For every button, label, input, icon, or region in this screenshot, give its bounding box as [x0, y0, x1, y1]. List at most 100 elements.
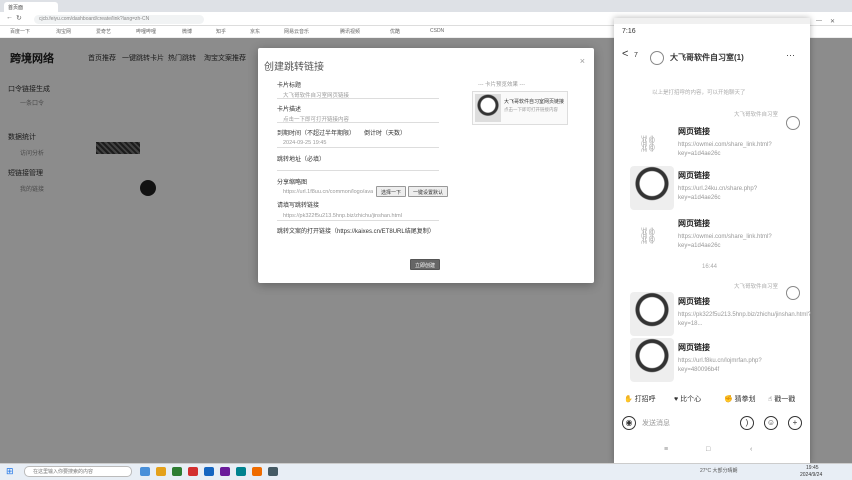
app-icon[interactable]	[140, 467, 150, 476]
preview-avatar	[475, 94, 501, 122]
tab-label: 首页面	[8, 5, 24, 11]
app-icon[interactable]	[236, 467, 246, 476]
clock-time[interactable]: 19:45	[806, 465, 819, 471]
voice-icon[interactable]: )	[740, 416, 754, 430]
close-window-icon[interactable]: ✕	[830, 18, 835, 25]
phone-window-bar	[614, 18, 810, 24]
wave-icon: ✋	[624, 396, 633, 403]
bookmark[interactable]: 爱奇艺	[96, 28, 111, 35]
app-icon[interactable]	[220, 467, 230, 476]
chat-title: 大飞哥软件自习室(1)	[670, 53, 744, 62]
app-icon[interactable]	[204, 467, 214, 476]
browser-tab-active[interactable]: 首页面	[4, 2, 58, 12]
camera-icon[interactable]: ◉	[622, 416, 636, 430]
countdown-label: 倒计时（天数）	[364, 131, 407, 137]
bookmark[interactable]: 知乎	[216, 28, 226, 35]
group-avatar-icon	[650, 51, 664, 65]
heart-icon: ♥	[674, 396, 679, 403]
thumbnail-input[interactable]: https://url.1f8uu.cn/common/logo/avatar.…	[283, 189, 373, 195]
greet-button[interactable]: ✋ 打招呼	[624, 394, 656, 404]
link-icon: ⛓	[638, 228, 659, 245]
url-input[interactable]: cjcb.feiyu.com/dashboard/create/link?lan…	[34, 15, 204, 24]
browser-tab[interactable]	[228, 2, 282, 12]
app-icon[interactable]	[268, 467, 278, 476]
create-button[interactable]: 立即创建	[410, 259, 441, 270]
app-icon[interactable]	[188, 467, 198, 476]
browser-tab[interactable]	[172, 2, 226, 12]
browser-tab[interactable]	[116, 2, 170, 12]
weather-label[interactable]: 27°C 大部分晴朗	[700, 467, 738, 474]
app-icon[interactable]	[172, 467, 182, 476]
bookmark[interactable]: 微博	[182, 28, 192, 35]
message-link-card[interactable]: 网页链接 https://pk322f5u213.5hnp.biz/zhichu…	[678, 296, 811, 329]
message-url[interactable]: https://owmei.com/share_link.html?key=a1…	[678, 141, 788, 159]
unread-count: 7	[634, 52, 638, 59]
message-title: 网页链接	[678, 219, 710, 228]
target-link-input[interactable]: https://pk322f5u213.5hnp.biz/zhichu/jins…	[283, 213, 402, 219]
card-title-label: 卡片标题	[277, 83, 302, 89]
emoji-icon[interactable]: ☺	[764, 416, 778, 430]
menu-nav-icon[interactable]: ≡	[664, 446, 668, 453]
sender-name: 大飞哥软件自习室	[734, 284, 779, 290]
action-label: 打招呼	[634, 396, 656, 403]
message-thumbnail	[630, 292, 674, 336]
time-divider: 16:44	[702, 264, 718, 270]
message-link-card[interactable]: 网页链接 https://owmei.com/share_link.html?k…	[678, 218, 788, 251]
default-button[interactable]: 一键设置默认	[408, 186, 449, 197]
message-url[interactable]: https://url.f8ku.cn/lojmrfan.php?key=480…	[678, 357, 788, 375]
app-icon[interactable]	[156, 467, 166, 476]
message-url[interactable]: https://pk322f5u213.5hnp.biz/zhichu/jins…	[678, 311, 811, 329]
message-thumbnail	[630, 166, 674, 210]
bookmark[interactable]: CSDN	[430, 28, 444, 34]
message-thumbnail	[630, 338, 674, 382]
sender-name: 大飞哥软件自习室	[734, 112, 779, 118]
choose-button[interactable]: 选择一下	[376, 186, 407, 197]
clock-date[interactable]: 2024/9/24	[800, 472, 822, 478]
bookmark[interactable]: 优酷	[390, 28, 400, 35]
message-title: 网页链接	[678, 171, 710, 180]
back-icon[interactable]: ←	[6, 14, 13, 21]
divider	[277, 170, 439, 171]
close-icon[interactable]: ×	[580, 56, 585, 66]
bookmark[interactable]: 哔哩哔哩	[136, 28, 156, 35]
card-desc-label: 卡片描述	[277, 107, 302, 113]
back-nav-icon[interactable]: ‹	[750, 446, 752, 453]
browser-tab-bar: 首页面	[0, 0, 852, 12]
divider	[277, 147, 439, 148]
bookmark[interactable]: 网易云音乐	[284, 28, 309, 35]
browser-tab[interactable]	[60, 2, 114, 12]
message-title: 网页链接	[678, 343, 710, 352]
app-icon[interactable]	[252, 467, 262, 476]
message-url[interactable]: https://owmei.com/share_link.html?key=a1…	[678, 233, 788, 251]
minimize-icon[interactable]: —	[816, 18, 822, 24]
plus-icon[interactable]: +	[788, 416, 802, 430]
taskbar-search[interactable]: 在这里输入你要搜索的内容	[24, 466, 132, 477]
card-preview: 大飞哥软件自习室网页链接 点击一下即可打开链接内容	[472, 91, 568, 125]
bookmark[interactable]: 百度一下	[10, 28, 30, 35]
message-link-card[interactable]: 网页链接 https://url.f8ku.cn/lojmrfan.php?ke…	[678, 342, 788, 375]
message-link-card[interactable]: 网页链接 https://url.24ku.cn/share.php?key=a…	[678, 170, 788, 203]
more-icon[interactable]: ···	[786, 50, 795, 60]
rps-button[interactable]: ✊ 猜拳划	[724, 394, 756, 404]
poke-button[interactable]: ☝ 戳一戳	[768, 394, 795, 404]
bookmark[interactable]: 淘宝网	[56, 28, 71, 35]
expiry-input[interactable]: 2024-09-25 19:45	[283, 140, 326, 146]
preview-card-title: 大飞哥软件自习室网页链接	[504, 99, 565, 105]
message-input[interactable]: 发送消息	[642, 418, 670, 428]
heart-button[interactable]: ♥ 比个心	[674, 394, 701, 404]
message-title: 网页链接	[678, 127, 710, 136]
message-title: 网页链接	[678, 297, 710, 306]
message-link-card[interactable]: 网页链接 https://owmei.com/share_link.html?k…	[678, 126, 788, 159]
bookmark[interactable]: 腾讯视频	[340, 28, 360, 35]
bookmark[interactable]: 京东	[250, 28, 260, 35]
home-nav-icon[interactable]: □	[706, 446, 710, 453]
message-url[interactable]: https://url.24ku.cn/share.php?key=a1d4ae…	[678, 185, 788, 203]
divider	[277, 98, 439, 99]
start-icon[interactable]: ⊞	[6, 466, 14, 477]
system-message: 以上是打招呼的内容，可以开始聊天了	[652, 90, 746, 96]
sender-avatar-icon	[786, 286, 800, 300]
dialog-title: 创建跳转链接	[264, 62, 324, 73]
reload-icon[interactable]: ↻	[16, 14, 22, 22]
back-icon[interactable]: <	[622, 48, 628, 60]
link-icon: ⛓	[638, 136, 659, 153]
